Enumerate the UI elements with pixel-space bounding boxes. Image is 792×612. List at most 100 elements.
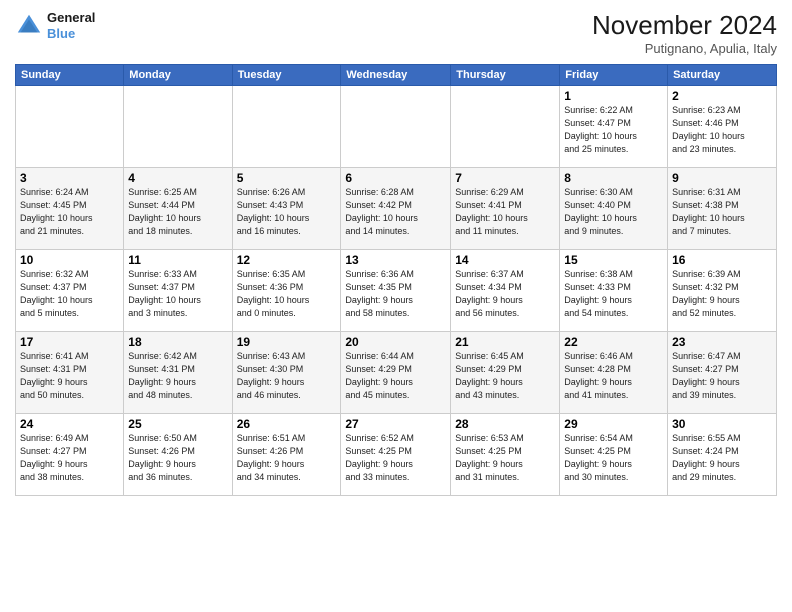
col-wednesday: Wednesday (341, 65, 451, 86)
day-info: Sunrise: 6:36 AM Sunset: 4:35 PM Dayligh… (345, 268, 446, 320)
cell-2-2: 12Sunrise: 6:35 AM Sunset: 4:36 PM Dayli… (232, 250, 341, 332)
day-number: 4 (128, 171, 227, 185)
day-number: 29 (564, 417, 663, 431)
cell-3-3: 20Sunrise: 6:44 AM Sunset: 4:29 PM Dayli… (341, 332, 451, 414)
cell-3-6: 23Sunrise: 6:47 AM Sunset: 4:27 PM Dayli… (668, 332, 777, 414)
day-number: 6 (345, 171, 446, 185)
day-info: Sunrise: 6:45 AM Sunset: 4:29 PM Dayligh… (455, 350, 555, 402)
title-block: November 2024 Putignano, Apulia, Italy (592, 10, 777, 56)
cell-4-4: 28Sunrise: 6:53 AM Sunset: 4:25 PM Dayli… (451, 414, 560, 496)
day-number: 20 (345, 335, 446, 349)
cell-0-3 (341, 86, 451, 168)
cell-0-2 (232, 86, 341, 168)
day-number: 15 (564, 253, 663, 267)
day-number: 21 (455, 335, 555, 349)
cell-0-6: 2Sunrise: 6:23 AM Sunset: 4:46 PM Daylig… (668, 86, 777, 168)
day-info: Sunrise: 6:44 AM Sunset: 4:29 PM Dayligh… (345, 350, 446, 402)
day-info: Sunrise: 6:28 AM Sunset: 4:42 PM Dayligh… (345, 186, 446, 238)
cell-2-3: 13Sunrise: 6:36 AM Sunset: 4:35 PM Dayli… (341, 250, 451, 332)
logo-line2: Blue (47, 26, 75, 41)
day-number: 27 (345, 417, 446, 431)
day-info: Sunrise: 6:53 AM Sunset: 4:25 PM Dayligh… (455, 432, 555, 484)
day-number: 17 (20, 335, 119, 349)
col-monday: Monday (124, 65, 232, 86)
cell-3-1: 18Sunrise: 6:42 AM Sunset: 4:31 PM Dayli… (124, 332, 232, 414)
week-row-1: 3Sunrise: 6:24 AM Sunset: 4:45 PM Daylig… (16, 168, 777, 250)
day-info: Sunrise: 6:54 AM Sunset: 4:25 PM Dayligh… (564, 432, 663, 484)
day-number: 23 (672, 335, 772, 349)
page: General Blue November 2024 Putignano, Ap… (0, 0, 792, 612)
day-number: 16 (672, 253, 772, 267)
day-number: 28 (455, 417, 555, 431)
day-number: 5 (237, 171, 337, 185)
day-number: 3 (20, 171, 119, 185)
cell-3-5: 22Sunrise: 6:46 AM Sunset: 4:28 PM Dayli… (560, 332, 668, 414)
col-sunday: Sunday (16, 65, 124, 86)
day-number: 12 (237, 253, 337, 267)
location: Putignano, Apulia, Italy (592, 41, 777, 56)
day-info: Sunrise: 6:26 AM Sunset: 4:43 PM Dayligh… (237, 186, 337, 238)
cell-1-1: 4Sunrise: 6:25 AM Sunset: 4:44 PM Daylig… (124, 168, 232, 250)
day-info: Sunrise: 6:30 AM Sunset: 4:40 PM Dayligh… (564, 186, 663, 238)
day-number: 14 (455, 253, 555, 267)
cell-0-0 (16, 86, 124, 168)
day-info: Sunrise: 6:43 AM Sunset: 4:30 PM Dayligh… (237, 350, 337, 402)
day-info: Sunrise: 6:33 AM Sunset: 4:37 PM Dayligh… (128, 268, 227, 320)
day-info: Sunrise: 6:55 AM Sunset: 4:24 PM Dayligh… (672, 432, 772, 484)
day-info: Sunrise: 6:42 AM Sunset: 4:31 PM Dayligh… (128, 350, 227, 402)
week-row-3: 17Sunrise: 6:41 AM Sunset: 4:31 PM Dayli… (16, 332, 777, 414)
day-number: 18 (128, 335, 227, 349)
cell-4-5: 29Sunrise: 6:54 AM Sunset: 4:25 PM Dayli… (560, 414, 668, 496)
day-info: Sunrise: 6:32 AM Sunset: 4:37 PM Dayligh… (20, 268, 119, 320)
day-number: 7 (455, 171, 555, 185)
cell-0-5: 1Sunrise: 6:22 AM Sunset: 4:47 PM Daylig… (560, 86, 668, 168)
day-info: Sunrise: 6:23 AM Sunset: 4:46 PM Dayligh… (672, 104, 772, 156)
cell-4-2: 26Sunrise: 6:51 AM Sunset: 4:26 PM Dayli… (232, 414, 341, 496)
cell-2-4: 14Sunrise: 6:37 AM Sunset: 4:34 PM Dayli… (451, 250, 560, 332)
cell-1-0: 3Sunrise: 6:24 AM Sunset: 4:45 PM Daylig… (16, 168, 124, 250)
day-number: 19 (237, 335, 337, 349)
week-row-0: 1Sunrise: 6:22 AM Sunset: 4:47 PM Daylig… (16, 86, 777, 168)
cell-2-6: 16Sunrise: 6:39 AM Sunset: 4:32 PM Dayli… (668, 250, 777, 332)
day-number: 13 (345, 253, 446, 267)
cell-4-6: 30Sunrise: 6:55 AM Sunset: 4:24 PM Dayli… (668, 414, 777, 496)
cell-1-2: 5Sunrise: 6:26 AM Sunset: 4:43 PM Daylig… (232, 168, 341, 250)
day-number: 1 (564, 89, 663, 103)
header-row: Sunday Monday Tuesday Wednesday Thursday… (16, 65, 777, 86)
day-info: Sunrise: 6:47 AM Sunset: 4:27 PM Dayligh… (672, 350, 772, 402)
day-info: Sunrise: 6:41 AM Sunset: 4:31 PM Dayligh… (20, 350, 119, 402)
cell-3-0: 17Sunrise: 6:41 AM Sunset: 4:31 PM Dayli… (16, 332, 124, 414)
day-info: Sunrise: 6:37 AM Sunset: 4:34 PM Dayligh… (455, 268, 555, 320)
week-row-4: 24Sunrise: 6:49 AM Sunset: 4:27 PM Dayli… (16, 414, 777, 496)
day-number: 11 (128, 253, 227, 267)
col-tuesday: Tuesday (232, 65, 341, 86)
cell-2-1: 11Sunrise: 6:33 AM Sunset: 4:37 PM Dayli… (124, 250, 232, 332)
day-number: 9 (672, 171, 772, 185)
day-info: Sunrise: 6:35 AM Sunset: 4:36 PM Dayligh… (237, 268, 337, 320)
day-info: Sunrise: 6:29 AM Sunset: 4:41 PM Dayligh… (455, 186, 555, 238)
day-info: Sunrise: 6:22 AM Sunset: 4:47 PM Dayligh… (564, 104, 663, 156)
day-number: 22 (564, 335, 663, 349)
day-number: 26 (237, 417, 337, 431)
day-info: Sunrise: 6:24 AM Sunset: 4:45 PM Dayligh… (20, 186, 119, 238)
cell-4-1: 25Sunrise: 6:50 AM Sunset: 4:26 PM Dayli… (124, 414, 232, 496)
day-info: Sunrise: 6:25 AM Sunset: 4:44 PM Dayligh… (128, 186, 227, 238)
calendar: Sunday Monday Tuesday Wednesday Thursday… (15, 64, 777, 496)
day-number: 2 (672, 89, 772, 103)
day-info: Sunrise: 6:52 AM Sunset: 4:25 PM Dayligh… (345, 432, 446, 484)
cell-1-4: 7Sunrise: 6:29 AM Sunset: 4:41 PM Daylig… (451, 168, 560, 250)
logo: General Blue (15, 10, 95, 41)
cell-3-2: 19Sunrise: 6:43 AM Sunset: 4:30 PM Dayli… (232, 332, 341, 414)
day-info: Sunrise: 6:39 AM Sunset: 4:32 PM Dayligh… (672, 268, 772, 320)
cell-2-5: 15Sunrise: 6:38 AM Sunset: 4:33 PM Dayli… (560, 250, 668, 332)
day-info: Sunrise: 6:46 AM Sunset: 4:28 PM Dayligh… (564, 350, 663, 402)
logo-line1: General (47, 10, 95, 25)
cell-1-3: 6Sunrise: 6:28 AM Sunset: 4:42 PM Daylig… (341, 168, 451, 250)
col-friday: Friday (560, 65, 668, 86)
cell-0-4 (451, 86, 560, 168)
day-info: Sunrise: 6:50 AM Sunset: 4:26 PM Dayligh… (128, 432, 227, 484)
logo-icon (15, 12, 43, 40)
cell-4-0: 24Sunrise: 6:49 AM Sunset: 4:27 PM Dayli… (16, 414, 124, 496)
logo-text: General Blue (47, 10, 95, 41)
day-number: 10 (20, 253, 119, 267)
